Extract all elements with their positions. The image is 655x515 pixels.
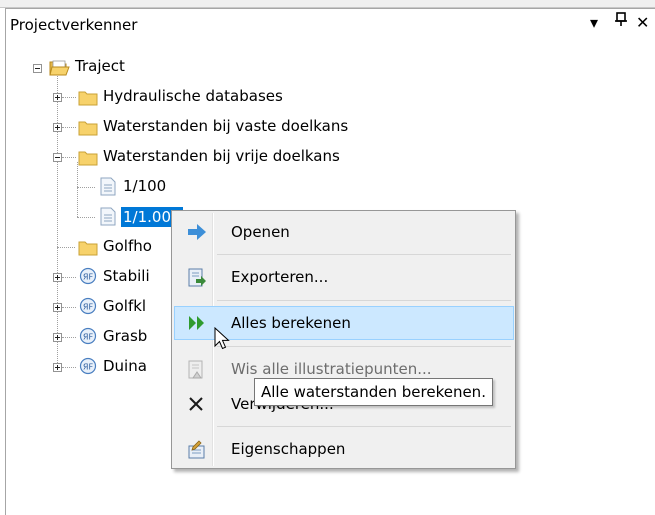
tree-line <box>62 97 76 98</box>
tree-line <box>77 162 78 217</box>
mouse-cursor-icon <box>214 327 230 350</box>
tree-line <box>62 127 76 128</box>
menu-item-exporteren[interactable]: Exporteren... <box>174 260 514 294</box>
delete-icon <box>189 397 203 411</box>
pin-icon <box>615 12 627 26</box>
tree-line <box>77 217 95 218</box>
panel-title: Projectverkenner <box>10 16 138 34</box>
svg-text:ЯF: ЯF <box>83 333 94 342</box>
folder-open-icon <box>49 60 70 76</box>
menu-item-eigenschappen[interactable]: Eigenschappen <box>174 432 514 466</box>
calculation-icon: ЯF <box>79 357 97 375</box>
export-icon <box>188 268 206 287</box>
calculate-all-icon <box>189 316 204 330</box>
tree-node-label: Grasb <box>103 327 148 345</box>
panel-dropdown-button[interactable]: ▾ <box>590 13 598 33</box>
tree-node-label: Waterstanden bij vrije doelkans <box>103 147 340 165</box>
tree-line <box>62 157 76 158</box>
expand-icon[interactable] <box>53 273 62 282</box>
menu-item-label: Exporteren... <box>231 268 329 286</box>
tree-line <box>77 187 95 188</box>
menu-separator <box>217 254 511 255</box>
svg-text:ЯF: ЯF <box>83 363 94 372</box>
tree-node-label: Stabili <box>103 267 150 285</box>
menu-item-label: Wis alle illustratiepunten... <box>231 360 432 378</box>
tree-node-label: Golfho <box>103 237 152 255</box>
tree-line <box>57 247 75 248</box>
tree-line <box>57 72 58 367</box>
tree-node-label: Waterstanden bij vaste doelkans <box>103 117 349 135</box>
open-arrow-icon <box>188 224 206 240</box>
tree-node-label: Traject <box>75 57 125 75</box>
collapse-icon[interactable] <box>33 64 42 73</box>
expand-icon[interactable] <box>53 333 62 342</box>
expand-icon[interactable] <box>53 303 62 312</box>
document-icon <box>100 207 116 226</box>
calculation-icon: ЯF <box>79 297 97 315</box>
tree-node-label: 1/100 <box>123 177 167 195</box>
document-icon <box>100 177 116 196</box>
menu-item-label: Openen <box>231 223 290 241</box>
menu-item-label: Alles berekenen <box>231 314 351 332</box>
menu-separator <box>217 426 511 427</box>
expand-icon[interactable] <box>53 93 62 102</box>
tree-line <box>62 367 76 368</box>
folder-icon <box>78 151 98 166</box>
collapse-icon[interactable] <box>53 153 62 162</box>
panel-pin-button[interactable] <box>614 11 628 32</box>
expand-icon[interactable] <box>53 363 62 372</box>
clear-illustration-points-icon <box>188 360 203 379</box>
expand-icon[interactable] <box>53 123 62 132</box>
tree-line <box>62 337 76 338</box>
svg-text:ЯF: ЯF <box>83 303 94 312</box>
panel-titlebar: Projectverkenner ▾ ✕ <box>6 9 655 39</box>
calculation-icon: ЯF <box>79 327 97 345</box>
menu-item-label: Eigenschappen <box>231 440 346 458</box>
menu-separator <box>217 300 511 301</box>
tree-line <box>62 307 76 308</box>
window-top-edge <box>0 0 655 8</box>
tree-node-label: Hydraulische databases <box>103 87 283 105</box>
tooltip: Alle waterstanden berekenen. <box>254 378 493 406</box>
folder-icon <box>78 121 98 136</box>
menu-separator <box>217 346 511 347</box>
menu-item-openen[interactable]: Openen <box>174 215 514 249</box>
calculation-icon: ЯF <box>79 267 97 285</box>
folder-icon <box>78 241 98 256</box>
svg-text:ЯF: ЯF <box>83 273 94 282</box>
properties-icon <box>188 440 205 459</box>
folder-icon <box>78 91 98 106</box>
tree-node-label: Duina <box>103 357 147 375</box>
panel-close-button[interactable]: ✕ <box>636 13 649 33</box>
tree-node-label: Golfkl <box>103 297 147 315</box>
tree-line <box>62 277 76 278</box>
